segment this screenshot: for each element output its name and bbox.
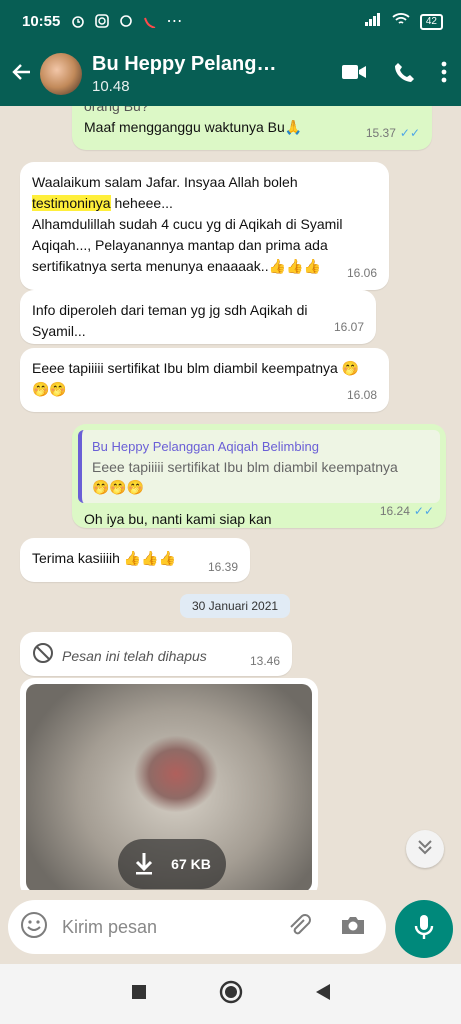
system-navigation-bar [0, 964, 461, 1024]
message-time: 16.07 [333, 320, 364, 334]
blocked-icon [32, 642, 54, 670]
chevron-double-down-icon [416, 838, 434, 861]
camera-icon[interactable] [340, 914, 366, 941]
contact-name: Bu Heppy Pelang… [92, 53, 277, 75]
quoted-sender: Bu Heppy Pelanggan Aqiqah Belimbing [92, 439, 319, 454]
home-icon[interactable] [219, 980, 243, 1009]
wifi-icon [392, 12, 410, 31]
message-deleted[interactable]: Pesan ini telah dihapus 13.46 [20, 632, 292, 676]
image-message[interactable]: 67 KB [20, 678, 318, 890]
sync-icon [118, 13, 134, 29]
message-text: Aqiqah..., Pelayanannya mantap dan prima… [32, 237, 328, 253]
read-ticks-icon: ✓✓ [413, 504, 434, 518]
alarm-icon [70, 13, 86, 29]
message-incoming[interactable]: Waalaikum salam Jafar. Insyaa Allah bole… [20, 162, 389, 290]
message-text: heheee... [110, 195, 173, 211]
message-incoming[interactable]: Info diperoleh dari teman yg jg sdh Aqik… [20, 290, 376, 344]
message-text: 🤭🤭 [32, 381, 67, 397]
message-text: orang Bu? [84, 106, 149, 114]
last-seen: 10.48 [92, 78, 130, 95]
message-list[interactable]: orang Bu? Maaf mengganggu waktunya Bu🙏 1… [0, 106, 461, 890]
recents-icon[interactable] [131, 984, 147, 1005]
instagram-icon [94, 13, 110, 29]
missed-call-icon [142, 13, 158, 29]
back-nav-icon[interactable] [315, 983, 331, 1006]
deleted-text: Pesan ini telah dihapus [62, 647, 207, 664]
message-time: 16.39 [207, 560, 238, 574]
message-input[interactable]: Kirim pesan [62, 917, 272, 938]
message-input-container[interactable]: Kirim pesan [8, 900, 386, 954]
message-time: 15.37 ✓✓ [365, 126, 420, 140]
signal-icon [364, 12, 382, 31]
download-button[interactable]: 67 KB [118, 839, 226, 889]
file-size: 67 KB [171, 856, 211, 872]
notification-icons: ⋯ [70, 13, 183, 30]
system-indicators: 42 [364, 12, 443, 31]
message-text: Info diperoleh dari teman yg jg sdh Aqik… [32, 302, 308, 339]
avatar[interactable] [40, 53, 82, 95]
message-text: sertifikatnya serta menunya enaaaak..👍👍👍 [32, 258, 321, 274]
microphone-icon [413, 913, 435, 946]
message-text: Eeee tapiiiii sertifikat Ibu blm diambil… [32, 360, 360, 376]
message-text: Waalaikum salam Jafar. Insyaa Allah bole… [32, 174, 298, 190]
microphone-button[interactable] [395, 900, 453, 958]
arrow-left-icon[interactable] [2, 61, 42, 88]
message-outgoing[interactable]: orang Bu? Maaf mengganggu waktunya Bu🙏 1… [72, 106, 432, 150]
message-text: Alhamdulillah sudah 4 cucu yg di Aqikah … [32, 216, 343, 232]
date-divider: 30 Januari 2021 [180, 594, 291, 618]
blurred-image-preview[interactable]: 67 KB [26, 684, 312, 890]
chat-header: Bu Heppy Pelang… 10.48 [0, 42, 461, 106]
contact-info[interactable]: Bu Heppy Pelang… 10.48 [92, 53, 282, 95]
phone-icon[interactable] [393, 61, 415, 88]
more-vert-icon[interactable] [441, 61, 447, 88]
video-call-icon[interactable] [341, 63, 367, 86]
message-incoming[interactable]: Terima kasiiiih 👍👍👍 16.39 [20, 538, 250, 582]
quoted-message[interactable]: Bu Heppy Pelanggan Aqiqah Belimbing Eeee… [78, 430, 440, 503]
read-ticks-icon: ✓✓ [399, 126, 420, 140]
download-icon [133, 851, 155, 878]
quoted-text: 🤭🤭🤭 [92, 479, 145, 495]
battery-indicator: 42 [419, 13, 443, 30]
composer: Kirim pesan [0, 890, 461, 964]
status-bar: 10:55 ⋯ 42 [0, 0, 461, 42]
highlighted-text: testimoninya [32, 195, 111, 211]
more-notifications-icon: ⋯ [166, 13, 183, 30]
message-time: 16.24 ✓✓ [379, 504, 434, 518]
message-outgoing-reply[interactable]: Bu Heppy Pelanggan Aqiqah Belimbing Eeee… [72, 424, 446, 528]
message-time: 13.46 [249, 654, 280, 668]
message-time: 16.08 [346, 388, 377, 402]
quoted-text: Eeee tapiiiii sertifikat Ibu blm diambil… [92, 459, 398, 475]
emoji-icon[interactable] [20, 911, 48, 944]
status-time: 10:55 [22, 12, 61, 30]
message-time: 16.06 [346, 266, 377, 280]
message-incoming[interactable]: Eeee tapiiiii sertifikat Ibu blm diambil… [20, 348, 389, 412]
paperclip-icon[interactable] [286, 912, 312, 943]
scroll-to-bottom-button[interactable] [406, 830, 444, 868]
